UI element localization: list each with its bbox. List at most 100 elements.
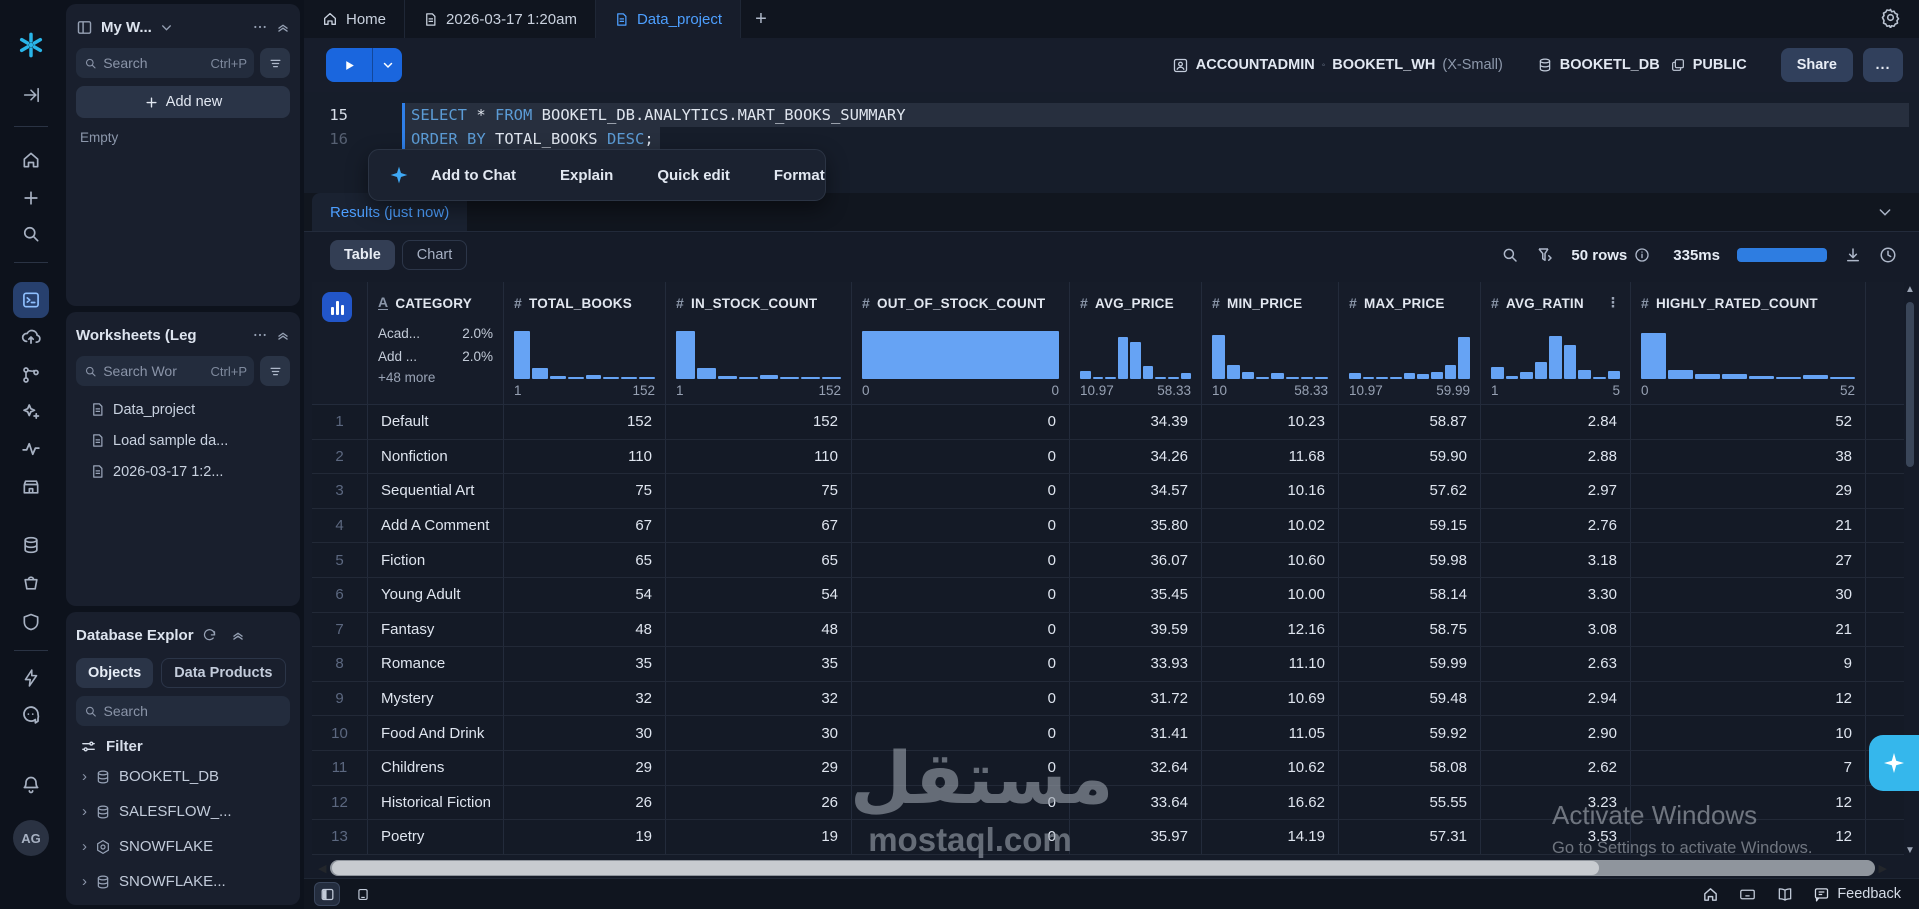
database-tree-item[interactable]: ›SNOWFLAKE... <box>76 864 290 899</box>
table-cell[interactable]: 75 <box>666 474 852 508</box>
table-cell[interactable]: 31.72 <box>1070 682 1202 716</box>
column-header-MAX_PRICE[interactable]: #MAX_PRICE10.9759.99 <box>1339 282 1481 404</box>
table-cell[interactable]: 35 <box>666 647 852 681</box>
database-selector[interactable]: BOOKETL_DB <box>1537 57 1660 73</box>
table-cell[interactable]: 67 <box>504 509 666 543</box>
table-cell[interactable]: 0 <box>852 509 1070 543</box>
table-cell[interactable]: 52 <box>1631 405 1866 439</box>
git-nav-icon[interactable] <box>21 365 41 385</box>
column-name[interactable]: #AVG_PRICE <box>1080 290 1191 316</box>
table-cell[interactable]: 59.98 <box>1339 543 1481 577</box>
query-history-clock-icon[interactable] <box>1879 246 1897 264</box>
horizontal-scroll-thumb[interactable] <box>332 861 1598 875</box>
horizontal-scrollbar[interactable]: ◀ ▶ <box>314 858 1891 878</box>
table-cell[interactable]: 30 <box>666 716 852 750</box>
expand-chevron-icon[interactable]: › <box>82 803 87 820</box>
table-cell[interactable]: Sequential Art <box>368 474 504 508</box>
results-search-icon[interactable] <box>1501 246 1519 264</box>
table-cell[interactable]: 59.48 <box>1339 682 1481 716</box>
table-cell[interactable]: 54 <box>504 578 666 612</box>
run-query-button[interactable] <box>326 48 402 82</box>
table-cell[interactable]: 59.99 <box>1339 647 1481 681</box>
download-results-icon[interactable] <box>1844 246 1862 264</box>
sort-filter-button[interactable] <box>260 48 290 78</box>
expand-sidebar-icon[interactable] <box>22 86 41 105</box>
table-cell[interactable]: Default <box>368 405 504 439</box>
table-cell[interactable]: Fiction <box>368 543 504 577</box>
info-icon[interactable] <box>1634 247 1650 263</box>
panel-collapse-icon[interactable] <box>231 628 245 642</box>
column-name[interactable]: #AVG_RATIN⋮ <box>1491 290 1620 316</box>
table-cell[interactable]: 0 <box>852 613 1070 647</box>
table-cell[interactable]: 21 <box>1631 613 1866 647</box>
table-cell[interactable]: 29 <box>504 751 666 785</box>
table-cell[interactable]: 27 <box>1631 543 1866 577</box>
collapse-results-chevron-icon[interactable] <box>1877 204 1893 220</box>
table-cell[interactable]: 3.08 <box>1481 613 1631 647</box>
add-nav-icon[interactable] <box>21 188 41 208</box>
table-cell[interactable]: 12 <box>1631 786 1866 820</box>
column-header-IN_STOCK_COUNT[interactable]: #IN_STOCK_COUNT1152 <box>666 282 852 404</box>
sql-code-line[interactable]: SELECT * FROM BOOKETL_DB.ANALYTICS.MART_… <box>405 103 1909 127</box>
my-worksheets-search-input[interactable]: Ctrl+P <box>76 48 254 78</box>
table-cell[interactable]: 10.69 <box>1202 682 1339 716</box>
quick-edit-button[interactable]: Quick edit <box>635 167 752 184</box>
home-nav-icon[interactable] <box>21 150 41 170</box>
worksheet-item[interactable]: Load sample da... <box>76 425 290 456</box>
row-number-cell[interactable]: 9 <box>312 682 368 716</box>
marketplace-nav-icon[interactable] <box>21 477 41 497</box>
table-cell[interactable]: 3.30 <box>1481 578 1631 612</box>
notifications-bell-icon[interactable] <box>21 775 41 795</box>
table-cell[interactable]: 10.02 <box>1202 509 1339 543</box>
scroll-up-arrow[interactable]: ▲ <box>1903 284 1917 295</box>
table-cell[interactable]: 26 <box>666 786 852 820</box>
quickstart-nav-icon[interactable] <box>22 669 41 688</box>
worksheets-search-field[interactable] <box>103 363 246 379</box>
column-name[interactable]: #MAX_PRICE <box>1349 290 1470 316</box>
column-header-CATEGORY[interactable]: ACATEGORYAcad...2.0%Add ...2.0%+48 more <box>368 282 504 404</box>
data-nav-icon[interactable] <box>21 535 41 555</box>
panel-collapse-icon[interactable] <box>276 20 290 34</box>
table-cell[interactable]: 3.23 <box>1481 786 1631 820</box>
table-cell[interactable]: Add A Comment <box>368 509 504 543</box>
table-cell[interactable]: 58.14 <box>1339 578 1481 612</box>
copilot-nav-icon[interactable] <box>21 705 42 726</box>
role-warehouse-selector[interactable]: ACCOUNTADMIN ◦ BOOKETL_WH (X-Small) <box>1172 57 1503 74</box>
explorer-search-field[interactable] <box>104 703 282 719</box>
monitoring-nav-icon[interactable] <box>21 439 42 460</box>
row-number-cell[interactable]: 3 <box>312 474 368 508</box>
row-number-cell[interactable]: 5 <box>312 543 368 577</box>
expand-chevron-icon[interactable]: › <box>82 768 87 785</box>
column-name[interactable]: #MIN_PRICE <box>1212 290 1328 316</box>
table-cell[interactable]: 34.57 <box>1070 474 1202 508</box>
filter-button[interactable]: Filter <box>80 738 290 755</box>
table-cell[interactable]: 59.15 <box>1339 509 1481 543</box>
table-cell[interactable]: 12.16 <box>1202 613 1339 647</box>
table-cell[interactable]: 58.75 <box>1339 613 1481 647</box>
view-chart-button[interactable]: Chart <box>402 240 467 270</box>
worksheet-item[interactable]: Data_project <box>76 394 290 425</box>
row-number-cell[interactable]: 2 <box>312 440 368 474</box>
scroll-right-arrow[interactable]: ▶ <box>1875 862 1891 875</box>
table-cell[interactable]: 31.41 <box>1070 716 1202 750</box>
share-button[interactable]: Share <box>1781 48 1853 82</box>
table-cell[interactable]: 0 <box>852 820 1070 854</box>
scroll-down-arrow[interactable]: ▼ <box>1903 845 1917 856</box>
table-cell[interactable]: Fantasy <box>368 613 504 647</box>
table-cell[interactable]: 57.62 <box>1339 474 1481 508</box>
table-cell[interactable]: 2.90 <box>1481 716 1631 750</box>
row-number-cell[interactable]: 8 <box>312 647 368 681</box>
tab-home[interactable]: Home <box>304 0 405 38</box>
chevron-down-icon[interactable] <box>160 21 173 34</box>
toggle-bottom-panel-icon[interactable] <box>350 882 376 906</box>
database-tree-item[interactable]: ›SNOWFLAKE... <box>76 899 290 909</box>
table-cell[interactable]: 10 <box>1631 716 1866 750</box>
table-cell[interactable]: 54 <box>666 578 852 612</box>
table-cell[interactable]: 29 <box>1631 474 1866 508</box>
table-cell[interactable]: 10.62 <box>1202 751 1339 785</box>
vertical-scroll-thumb[interactable] <box>1906 302 1914 467</box>
run-play-icon[interactable] <box>326 48 372 82</box>
table-cell[interactable]: 35.80 <box>1070 509 1202 543</box>
table-cell[interactable]: 32.64 <box>1070 751 1202 785</box>
table-cell[interactable]: 12 <box>1631 820 1866 854</box>
